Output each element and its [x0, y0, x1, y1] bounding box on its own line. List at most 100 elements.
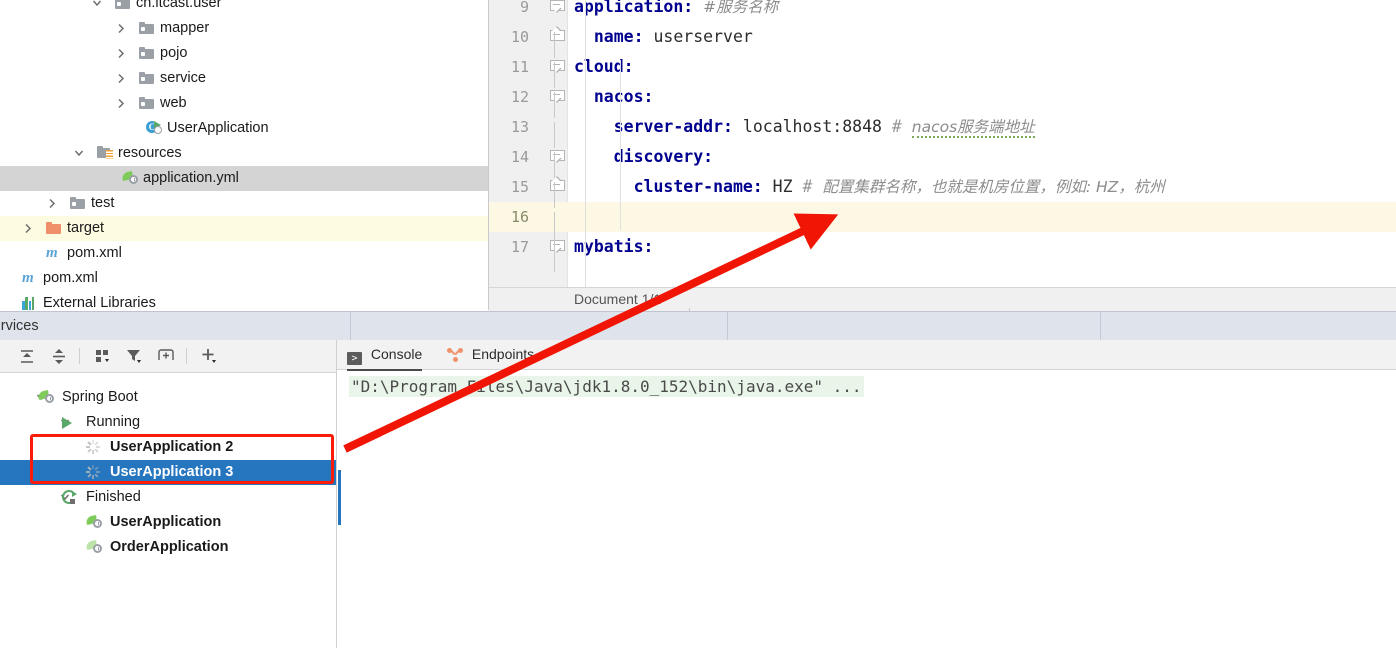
project-tree-row[interactable]: test	[0, 191, 489, 216]
editor-line-number: 13	[510, 118, 529, 136]
code-fold-toggle-icon[interactable]	[550, 0, 565, 13]
spring-boot-icon	[37, 385, 56, 410]
code-fold-toggle-icon[interactable]	[550, 150, 565, 163]
chevron-down-icon[interactable]	[73, 141, 85, 166]
console-panel[interactable]: > Console Endpoints "D:\Program Files\Ja…	[337, 340, 1396, 648]
fold-connector-line	[554, 182, 555, 208]
console-tab-bar[interactable]: > Console Endpoints	[337, 340, 1396, 371]
project-tree-row[interactable]: C UserApplication	[0, 116, 489, 141]
project-tree-row[interactable]: m pom.xml	[0, 266, 489, 291]
fold-connector-line	[554, 62, 555, 88]
services-tree-row[interactable]: OrderApplication	[0, 535, 336, 560]
expand-all-icon[interactable]	[16, 346, 38, 366]
editor-line[interactable]: 10 name: userserver	[489, 22, 1396, 52]
code-editor[interactable]: 9 application: #服务名称 10 name: userserver 11…	[489, 0, 1396, 287]
project-tree-panel[interactable]: cn.itcast.user mapper pojo service web C UserA…	[0, 0, 489, 310]
rerun-icon	[62, 485, 80, 510]
editor-line[interactable]: 14 discovery:	[489, 142, 1396, 172]
folder-grey-icon	[139, 66, 156, 91]
chevron-right-icon[interactable]	[115, 16, 127, 41]
spring-boot-pale-icon	[85, 535, 104, 560]
chevron-right-icon[interactable]	[115, 91, 127, 116]
project-tree-row[interactable]: External Libraries	[0, 291, 489, 310]
project-tree-row-label: service	[160, 70, 206, 86]
collapse-all-icon[interactable]	[48, 346, 70, 366]
tab-console[interactable]: > Console	[347, 340, 423, 371]
editor-line[interactable]: 17 mybatis:	[489, 232, 1396, 262]
services-tree-row[interactable]: Running	[0, 410, 336, 435]
header-divider-3	[1100, 312, 1101, 341]
project-tree-row-label: test	[91, 195, 115, 211]
code-fold-toggle-icon[interactable]	[550, 176, 565, 193]
services-tree-row[interactable]: UserApplication	[0, 510, 336, 535]
services-toolbar[interactable]	[0, 340, 336, 373]
project-tree-row[interactable]: web	[0, 91, 489, 116]
project-tree-row[interactable]: service	[0, 66, 489, 91]
editor-line[interactable]: 13 server-addr: localhost:8848 # nacos服务…	[489, 112, 1396, 142]
project-tree-row[interactable]: resources	[0, 141, 489, 166]
java-class-run-icon: C	[146, 116, 163, 141]
group-by-icon[interactable]	[92, 346, 114, 366]
editor-line-number: 10	[510, 28, 529, 46]
project-tree-row-label: web	[160, 95, 187, 111]
code-fold-toggle-icon[interactable]	[550, 90, 565, 103]
fold-connector-line	[554, 152, 555, 178]
project-tree-row[interactable]: m pom.xml	[0, 241, 489, 266]
code-fold-toggle-icon[interactable]	[550, 240, 565, 253]
console-icon: >	[347, 352, 362, 365]
project-tree-row-label: UserApplication	[167, 120, 269, 136]
services-tree-row[interactable]: Spring Boot	[0, 385, 336, 410]
editor-line[interactable]: 11 cloud:	[489, 52, 1396, 82]
chevron-right-icon[interactable]	[115, 66, 127, 91]
tab-endpoints-label: Endpoints	[471, 346, 535, 362]
project-tree-row-label: pom.xml	[43, 270, 98, 286]
editor-line-text: name: userserver	[574, 27, 753, 46]
folder-resources-icon	[97, 141, 114, 166]
project-tree-row-label: External Libraries	[43, 295, 156, 310]
project-tree-row[interactable]: cn.itcast.user	[0, 0, 489, 16]
editor-line-text: discovery:	[574, 147, 714, 166]
editor-line-text: server-addr: localhost:8848 # nacos服务端地址	[574, 117, 1035, 138]
endpoints-icon	[447, 348, 463, 362]
chevron-right-icon[interactable]	[22, 216, 34, 241]
project-tree-row-label: application.yml	[143, 170, 239, 186]
services-tool-window-header[interactable]: Services	[0, 311, 1396, 342]
folder-grey-icon	[139, 16, 156, 41]
services-tree-row[interactable]: Finished	[0, 485, 336, 510]
add-tab-icon[interactable]	[155, 346, 177, 366]
code-fold-toggle-icon[interactable]	[550, 26, 565, 43]
editor-line[interactable]: 12 nacos:	[489, 82, 1396, 112]
toolbar-separator-2	[186, 348, 187, 364]
project-tree-row[interactable]: mapper	[0, 16, 489, 41]
chevron-down-icon[interactable]	[91, 0, 103, 16]
editor-line[interactable]: 16	[489, 202, 1396, 232]
editor-line-number: 9	[519, 0, 529, 16]
fold-connector-line	[554, 32, 555, 58]
run-play-icon	[62, 410, 80, 435]
fold-connector-line	[554, 212, 555, 272]
document-count-label: Document 1/1	[574, 291, 662, 307]
services-tree-panel[interactable]: Spring Boot Running UserApplication 2 UserA…	[0, 340, 336, 648]
project-tree-row[interactable]: target	[0, 216, 489, 241]
services-tree-row-label: Running	[86, 414, 141, 430]
chevron-right-icon[interactable]	[115, 41, 127, 66]
add-service-icon[interactable]	[198, 346, 220, 366]
services-tree-row-label: OrderApplication	[110, 539, 229, 555]
services-tree-row-label: Spring Boot	[62, 389, 138, 405]
project-tree-row[interactable]: pojo	[0, 41, 489, 66]
editor-line-number: 12	[510, 88, 529, 106]
project-tree-row[interactable]: application.yml	[0, 166, 489, 191]
editor-line-text: cloud:	[574, 57, 634, 76]
project-tree-row-label: target	[67, 220, 105, 236]
filter-icon[interactable]	[124, 346, 146, 366]
tab-console-label: Console	[370, 346, 423, 362]
editor-line[interactable]: 15 cluster-name: HZ # 配置集群名称，也就是机房位置，例如:…	[489, 172, 1396, 202]
tab-endpoints[interactable]: Endpoints	[447, 340, 534, 369]
chevron-right-icon[interactable]	[46, 191, 58, 216]
code-fold-toggle-icon[interactable]	[550, 60, 565, 73]
spring-yaml-icon	[121, 166, 139, 191]
editor-line-text: application: #服务名称	[574, 0, 779, 16]
spring-boot-icon	[85, 510, 104, 535]
editor-line[interactable]: 9 application: #服务名称	[489, 0, 1396, 22]
folder-grey-icon	[139, 91, 156, 116]
